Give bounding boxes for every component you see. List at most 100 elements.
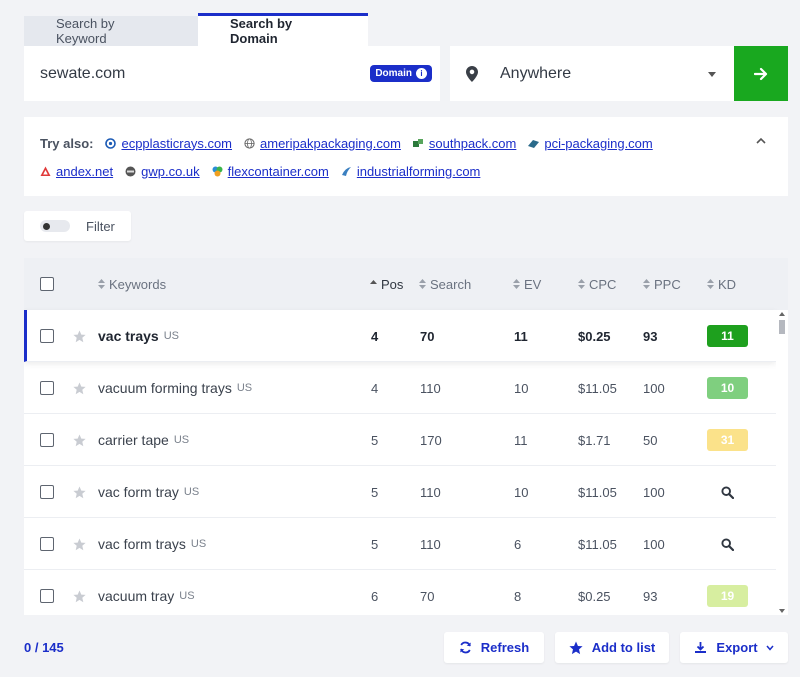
column-keywords[interactable]: Keywords <box>98 258 166 310</box>
ev-cell: 10 <box>514 380 529 396</box>
keyword-cell[interactable]: vac form tray US <box>98 466 199 518</box>
search-row: Domain i Anywhere <box>24 46 788 101</box>
add-to-list-button[interactable]: Add to list <box>555 632 669 663</box>
export-button[interactable]: Export <box>680 632 788 663</box>
row-checkbox[interactable] <box>40 329 54 343</box>
pos-cell: 5 <box>371 484 379 500</box>
scroll-thumb[interactable] <box>779 320 785 334</box>
keyword-cell[interactable]: vac trays US <box>98 310 179 362</box>
cpc-cell: $0.25 <box>578 588 611 604</box>
download-icon <box>695 642 707 653</box>
refresh-button[interactable]: Refresh <box>444 632 544 663</box>
keyword-cell[interactable]: vacuum forming trays US <box>98 362 252 414</box>
keyword-cell[interactable]: carrier tape US <box>98 414 189 466</box>
try-also-link[interactable]: ameripakpackaging.com <box>244 136 401 151</box>
chevron-down-icon <box>708 72 716 77</box>
row-checkbox[interactable] <box>40 381 54 395</box>
arrow-right-icon <box>754 67 768 80</box>
location-pin-icon <box>466 65 478 82</box>
column-cpc[interactable]: CPC <box>578 258 616 310</box>
select-all-checkbox[interactable] <box>40 277 54 291</box>
try-also-link[interactable]: pci-packaging.com <box>528 136 653 151</box>
pos-cell: 4 <box>371 380 379 396</box>
location-select[interactable]: Anywhere <box>450 46 734 101</box>
try-also-link[interactable]: southpack.com <box>412 136 516 151</box>
try-also-link[interactable]: ecpplasticrays.com <box>105 136 232 151</box>
favicon-pci-icon <box>528 139 540 148</box>
sort-icon <box>419 279 426 289</box>
column-ppc[interactable]: PPC <box>643 258 681 310</box>
chevron-down-icon <box>766 645 774 651</box>
table-row[interactable]: vac form tray US 5 110 10 $11.05 100 <box>24 466 776 518</box>
globe-icon <box>244 137 255 149</box>
ppc-cell: 100 <box>643 536 665 552</box>
column-ev[interactable]: EV <box>513 258 541 310</box>
try-also-link[interactable]: flexcontainer.com <box>212 164 329 179</box>
star-icon[interactable] <box>73 590 86 603</box>
pos-cell: 5 <box>371 432 379 448</box>
selection-count: 0 / 145 <box>24 640 64 655</box>
favicon-flexcontainer-icon <box>212 166 223 176</box>
try-also-link[interactable]: industrialforming.com <box>341 164 480 179</box>
kd-badge: 31 <box>707 429 748 451</box>
search-cell: 70 <box>420 328 435 344</box>
search-icon[interactable] <box>721 485 734 499</box>
keyword-cell[interactable]: vacuum tray US <box>98 570 195 615</box>
tab-search-by-domain[interactable]: Search by Domain <box>198 13 368 46</box>
try-also-link[interactable]: andex.net <box>40 164 113 179</box>
sort-ascending-icon <box>370 280 377 284</box>
pos-cell: 4 <box>371 328 379 344</box>
search-submit-button[interactable] <box>734 46 788 101</box>
keyword-cell[interactable]: vac form trays US <box>98 518 206 570</box>
star-icon[interactable] <box>73 330 86 343</box>
row-checkbox[interactable] <box>40 589 54 603</box>
star-icon[interactable] <box>73 538 86 551</box>
location-value: Anywhere <box>500 64 572 82</box>
try-also-link[interactable]: gwp.co.uk <box>125 164 200 179</box>
table-row[interactable]: vacuum tray US 6 70 8 $0.25 93 19 <box>24 570 776 615</box>
info-icon: i <box>416 68 427 79</box>
ev-cell: 6 <box>514 536 522 552</box>
row-checkbox[interactable] <box>40 537 54 551</box>
chevron-up-icon[interactable] <box>756 136 766 146</box>
search-cell: 170 <box>420 432 442 448</box>
column-pos[interactable]: Pos <box>370 258 403 310</box>
try-also-label: Try also: <box>40 135 94 151</box>
table-row[interactable]: vacuum forming trays US 4 110 10 $11.05 1… <box>24 362 776 414</box>
row-checkbox[interactable] <box>40 433 54 447</box>
scroll-up-icon[interactable] <box>779 312 785 316</box>
search-cell: 110 <box>420 536 441 552</box>
filter-toggle-button[interactable]: Filter <box>24 211 131 241</box>
star-icon[interactable] <box>73 434 86 447</box>
favicon-andex-icon <box>40 166 51 176</box>
pos-cell: 5 <box>371 536 379 552</box>
column-kd[interactable]: KD <box>707 258 736 310</box>
scroll-down-icon[interactable] <box>779 609 785 613</box>
filter-toggle-switch[interactable] <box>40 220 70 232</box>
table-row[interactable]: vac form trays US 5 110 6 $11.05 100 <box>24 518 776 570</box>
row-checkbox[interactable] <box>40 485 54 499</box>
favicon-gwp-icon <box>125 166 136 176</box>
star-icon <box>569 641 583 654</box>
kd-badge: 11 <box>707 325 748 347</box>
table-scrollbar[interactable] <box>776 310 788 615</box>
ppc-cell: 100 <box>643 380 665 396</box>
ev-cell: 8 <box>514 588 522 604</box>
search-cell: 70 <box>420 588 435 604</box>
cpc-cell: $11.05 <box>578 484 617 500</box>
sort-icon <box>513 279 520 289</box>
domain-input[interactable] <box>40 64 340 83</box>
sort-icon <box>578 279 585 289</box>
star-icon[interactable] <box>73 486 86 499</box>
table-row[interactable]: carrier tape US 5 170 11 $1.71 50 31 <box>24 414 776 466</box>
ev-cell: 10 <box>514 484 529 500</box>
column-search[interactable]: Search <box>419 258 471 310</box>
kd-badge: 19 <box>707 585 748 607</box>
star-icon[interactable] <box>73 382 86 395</box>
favicon-industrialforming-icon <box>341 166 351 176</box>
search-icon[interactable] <box>721 537 734 551</box>
domain-badge[interactable]: Domain i <box>370 65 432 82</box>
search-cell: 110 <box>420 484 441 500</box>
tab-search-by-keyword[interactable]: Search by Keyword <box>24 16 198 46</box>
table-row[interactable]: vac trays US 4 70 11 $0.25 93 11 <box>24 310 776 362</box>
